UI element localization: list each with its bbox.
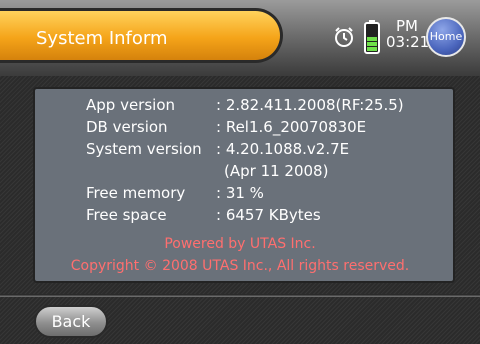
- info-label: App version: [86, 96, 176, 114]
- page-title: System Inform: [36, 28, 168, 49]
- info-value: : 2.82.411.2008(RF:25.5): [216, 96, 404, 114]
- footer-divider: [0, 294, 480, 297]
- info-label: Free memory: [86, 184, 186, 202]
- battery-icon: [364, 20, 380, 54]
- back-button[interactable]: Back: [34, 305, 108, 338]
- powered-by-text: Powered by UTAS Inc.: [164, 236, 316, 252]
- info-row: DB version : Rel1.6_20070830E: [86, 118, 366, 136]
- info-value: : 6457 KBytes: [216, 206, 321, 224]
- info-label: DB version: [86, 118, 168, 136]
- copyright-text: Copyright © 2008 UTAS Inc., All rights r…: [70, 258, 410, 274]
- info-label: System version: [86, 140, 202, 158]
- info-row: System version : 4.20.1088.v2.7E: [86, 140, 349, 158]
- time-value: 03:21: [386, 33, 430, 51]
- title-tab: System Inform: [0, 8, 283, 63]
- info-row: (Apr 11 2008): [86, 162, 328, 180]
- info-row: Free memory : 31 %: [86, 184, 264, 202]
- clock-display: PM 03:21: [386, 17, 430, 51]
- info-label: Free space: [86, 206, 167, 224]
- info-value: : 31 %: [216, 184, 264, 202]
- alarm-clock-icon: [332, 25, 356, 49]
- info-row: Free space : 6457 KBytes: [86, 206, 321, 224]
- top-bar: System Inform PM 03:21 Home: [0, 0, 480, 76]
- home-button[interactable]: Home: [426, 17, 466, 57]
- info-row: App version : 2.82.411.2008(RF:25.5): [86, 96, 404, 114]
- info-value: (Apr 11 2008): [224, 162, 329, 180]
- time-ampm: PM: [396, 17, 418, 35]
- info-value: : 4.20.1088.v2.7E: [216, 140, 350, 158]
- info-value: : Rel1.6_20070830E: [216, 118, 367, 136]
